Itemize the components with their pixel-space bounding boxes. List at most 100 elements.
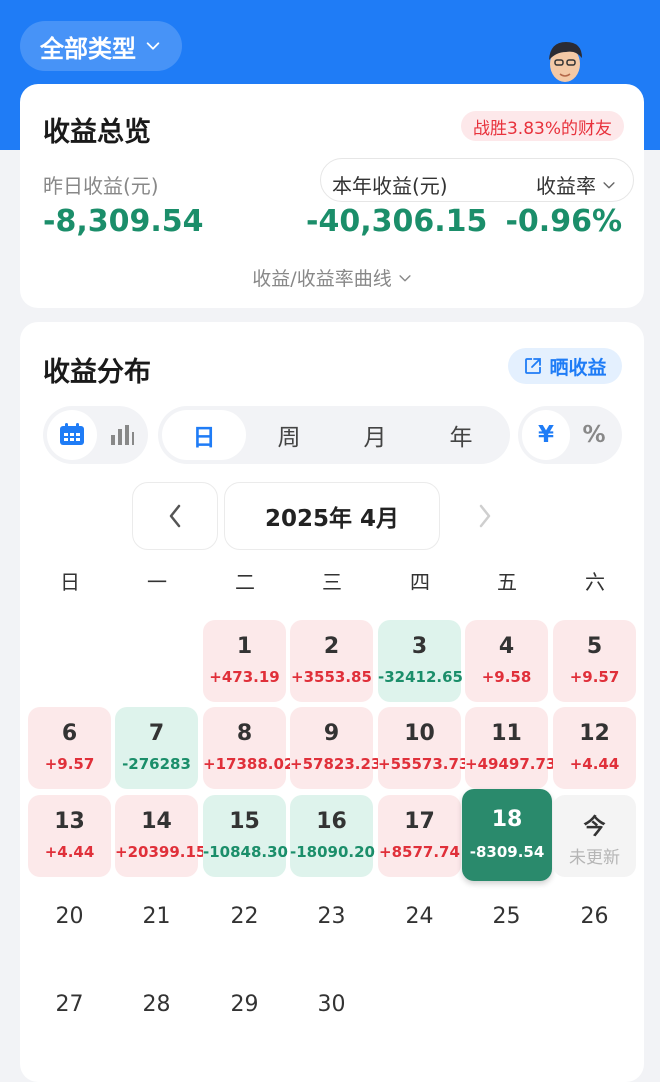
unit-percent-button[interactable]: % xyxy=(570,410,618,460)
day-profit-value: +9.57 xyxy=(44,755,95,773)
yesterday-label: 昨日收益(元) xyxy=(43,174,159,198)
day-profit-value: +473.19 xyxy=(209,668,280,686)
day-number: 17 xyxy=(404,809,435,834)
share-button[interactable]: 晒收益 xyxy=(508,348,622,384)
calendar-day-cell[interactable]: 16 -18090.20 xyxy=(290,795,375,877)
day-number: 16 xyxy=(316,809,347,834)
weekday-mon: 一 xyxy=(147,570,167,594)
calendar-day-cell[interactable]: 8 +17388.02 xyxy=(203,707,295,789)
calendar-day-cell[interactable]: 21 xyxy=(115,882,198,964)
calendar-day-cell[interactable]: 24 xyxy=(378,882,461,964)
day-number: 6 xyxy=(61,721,78,746)
day-profit-value: +20399.15 xyxy=(115,843,207,861)
calendar-day-cell[interactable]: 23 xyxy=(290,882,373,964)
day-number: 12 xyxy=(579,721,610,746)
day-number: 4 xyxy=(498,634,515,659)
calendar-day-cell[interactable]: 4 +9.58 xyxy=(465,620,548,702)
calendar-day-cell[interactable]: 今未更新 xyxy=(553,795,636,877)
rate-dropdown[interactable]: 收益率 xyxy=(536,170,616,199)
calendar-day-cell[interactable]: 9 +57823.23 xyxy=(290,707,382,789)
calendar-day-cell[interactable]: 29 xyxy=(203,970,286,1052)
chart-view-button[interactable] xyxy=(97,410,145,460)
distribution-card: 收益分布 晒收益 日 周 月 年 ¥ % 2025年 4月 日 一 二 三 四 … xyxy=(20,322,644,1082)
day-number: 29 xyxy=(230,992,259,1017)
rate-value: -0.96% xyxy=(505,204,622,239)
calendar-day-cell[interactable]: 11 +49497.73 xyxy=(465,707,557,789)
prev-month-button[interactable] xyxy=(132,482,218,550)
day-number: 15 xyxy=(229,809,260,834)
weekday-header: 日 一 二 三 四 五 六 xyxy=(20,566,644,596)
rate-label: 收益率 xyxy=(536,174,596,198)
calendar-day-cell[interactable]: 1 +473.19 xyxy=(203,620,286,702)
calendar-day-cell[interactable]: 26 xyxy=(553,882,636,964)
calendar-day-cell[interactable]: 14 +20399.15 xyxy=(115,795,207,877)
day-number: 20 xyxy=(55,904,84,929)
calendar-day-cell[interactable]: 17 +8577.74 xyxy=(378,795,461,877)
calendar-day-cell[interactable]: 13 +4.44 xyxy=(28,795,111,877)
type-filter-label: 全部类型 xyxy=(40,34,136,63)
calendar-day-cell[interactable]: 10 +55573.73 xyxy=(378,707,469,789)
day-number: 7 xyxy=(148,721,165,746)
calendar-day-cell[interactable]: 28 xyxy=(115,970,198,1052)
unit-tabs: ¥ % xyxy=(518,406,622,464)
share-label: 晒收益 xyxy=(549,356,607,379)
calendar-day-cell[interactable]: 5 +9.57 xyxy=(553,620,636,702)
day-profit-value: +4.44 xyxy=(569,755,620,773)
day-number: 28 xyxy=(142,992,171,1017)
calendar-day-cell[interactable]: 6 +9.57 xyxy=(28,707,111,789)
calendar-day-cell[interactable]: 12 +4.44 xyxy=(553,707,636,789)
curve-toggle[interactable]: 收益/收益率曲线 xyxy=(20,264,644,291)
day-profit-value: +9.58 xyxy=(481,668,532,686)
chevron-down-icon xyxy=(399,274,411,281)
calendar-day-cell[interactable]: 22 xyxy=(203,882,286,964)
day-number: 1 xyxy=(236,634,253,659)
view-toggle xyxy=(43,406,148,464)
calendar-day-cell[interactable]: 18 -8309.54 xyxy=(462,789,552,881)
type-filter-dropdown[interactable]: 全部类型 xyxy=(20,21,182,71)
calendar-day-cell[interactable]: 30 xyxy=(290,970,373,1052)
share-external-icon xyxy=(525,358,542,374)
weekday-thu: 四 xyxy=(410,570,430,594)
weekday-sat: 六 xyxy=(585,570,605,594)
day-number: 25 xyxy=(492,904,521,929)
overview-title: 收益总览 xyxy=(43,117,151,148)
tab-month[interactable]: 月 xyxy=(332,410,418,460)
yesterday-value: -8,309.54 xyxy=(43,204,204,239)
day-profit-value: -18090.20 xyxy=(290,843,375,861)
day-number: 21 xyxy=(142,904,171,929)
weekday-tue: 二 xyxy=(235,570,255,594)
tab-year[interactable]: 年 xyxy=(418,410,504,460)
tab-week[interactable]: 周 xyxy=(246,410,332,460)
unit-amount-button[interactable]: ¥ xyxy=(522,410,570,460)
bar-chart-icon xyxy=(111,425,134,445)
tab-day[interactable]: 日 xyxy=(162,410,246,460)
calendar-day-cell[interactable]: 27 xyxy=(28,970,111,1052)
weekday-fri: 五 xyxy=(497,570,517,594)
day-profit-value: +57823.23 xyxy=(290,755,382,773)
day-number: 24 xyxy=(405,904,434,929)
calendar-day-cell[interactable]: 15 -10848.30 xyxy=(203,795,288,877)
day-profit-value: +17388.02 xyxy=(203,755,295,773)
calendar-day-cell[interactable]: 3 -32412.65 xyxy=(378,620,463,702)
day-number: 5 xyxy=(586,634,603,659)
day-number: 27 xyxy=(55,992,84,1017)
day-number: 10 xyxy=(404,721,435,746)
day-profit-value: +9.57 xyxy=(569,668,620,686)
day-number: 30 xyxy=(317,992,346,1017)
calendar-view-button[interactable] xyxy=(47,410,97,460)
day-number: 23 xyxy=(317,904,346,929)
chevron-down-icon xyxy=(603,181,615,188)
distribution-title: 收益分布 xyxy=(43,357,151,388)
day-profit-value: +49497.73 xyxy=(465,755,557,773)
chevron-right-icon xyxy=(479,504,491,528)
month-label[interactable]: 2025年 4月 xyxy=(224,482,440,550)
day-profit-value: -276283 xyxy=(122,755,191,773)
calendar-day-cell[interactable]: 7 -276283 xyxy=(115,707,198,789)
calendar-day-cell[interactable]: 2 +3553.85 xyxy=(290,620,373,702)
calendar-day-cell[interactable]: 25 xyxy=(465,882,548,964)
period-tabs: 日 周 月 年 xyxy=(158,406,510,464)
calendar-day-cell[interactable]: 20 xyxy=(28,882,111,964)
day-number: 今 xyxy=(583,815,606,840)
next-month-button[interactable] xyxy=(442,482,528,550)
day-number: 2 xyxy=(323,634,340,659)
